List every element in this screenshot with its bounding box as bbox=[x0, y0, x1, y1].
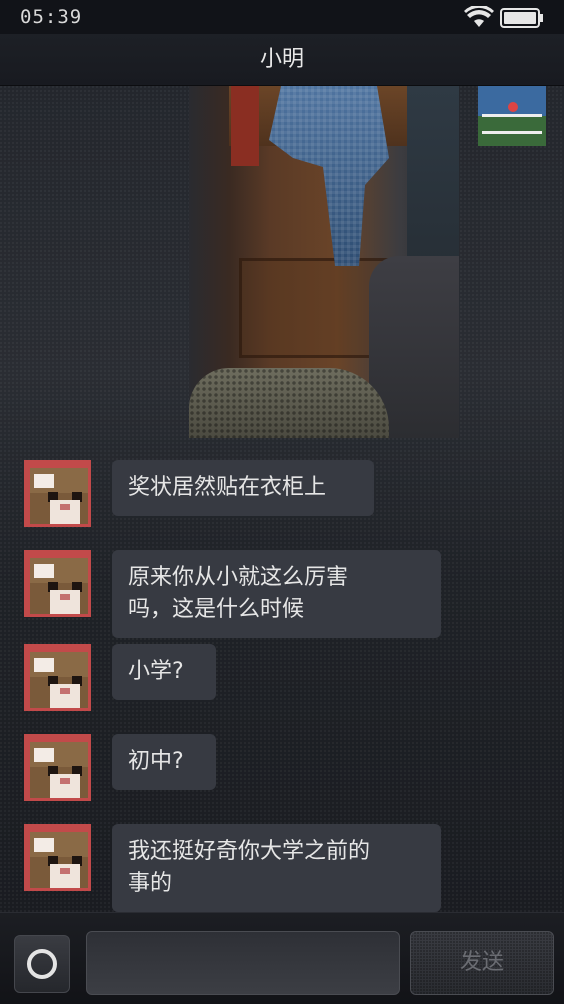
message-bubble[interactable]: 奖状居然贴在衣柜上 bbox=[112, 460, 374, 516]
photo-certificate bbox=[231, 86, 259, 166]
photo-door-panel bbox=[239, 258, 389, 358]
photo-blanket bbox=[189, 368, 389, 438]
contact-avatar[interactable] bbox=[24, 644, 91, 711]
battery-icon bbox=[500, 8, 543, 28]
message-input[interactable] bbox=[86, 931, 400, 995]
send-button[interactable]: 发送 bbox=[410, 931, 554, 995]
message-bubble[interactable]: 初中? bbox=[112, 734, 216, 790]
message-bubble[interactable]: 我还挺好奇你大学之前的 事的 bbox=[112, 824, 441, 912]
my-avatar[interactable] bbox=[478, 86, 546, 146]
contact-avatar[interactable] bbox=[24, 460, 91, 527]
contact-avatar[interactable] bbox=[24, 824, 91, 891]
message-bubble[interactable]: 原来你从小就这么厉害 吗，这是什么时候 bbox=[112, 550, 441, 638]
message-bubble[interactable]: 小学? bbox=[112, 644, 216, 700]
avatar-flower bbox=[508, 102, 518, 112]
chat-header: 小明 bbox=[0, 34, 564, 86]
contact-avatar[interactable] bbox=[24, 734, 91, 801]
chat-area[interactable]: 奖状居然贴在衣柜上 原来你从小就这么厉害 吗，这是什么时候 小学? 初中? 我还… bbox=[0, 86, 564, 912]
photo-hanging-shirt bbox=[269, 86, 389, 266]
camera-button[interactable] bbox=[14, 935, 70, 993]
avatar-fence bbox=[482, 114, 542, 134]
input-bar: 发送 bbox=[0, 912, 564, 1004]
photo-message[interactable] bbox=[189, 86, 459, 438]
status-time: 05:39 bbox=[20, 6, 83, 28]
status-bar: 05:39 bbox=[0, 0, 564, 34]
wifi-icon bbox=[464, 6, 494, 27]
contact-name: 小明 bbox=[259, 47, 304, 72]
camera-icon bbox=[27, 949, 57, 979]
contact-avatar[interactable] bbox=[24, 550, 91, 617]
